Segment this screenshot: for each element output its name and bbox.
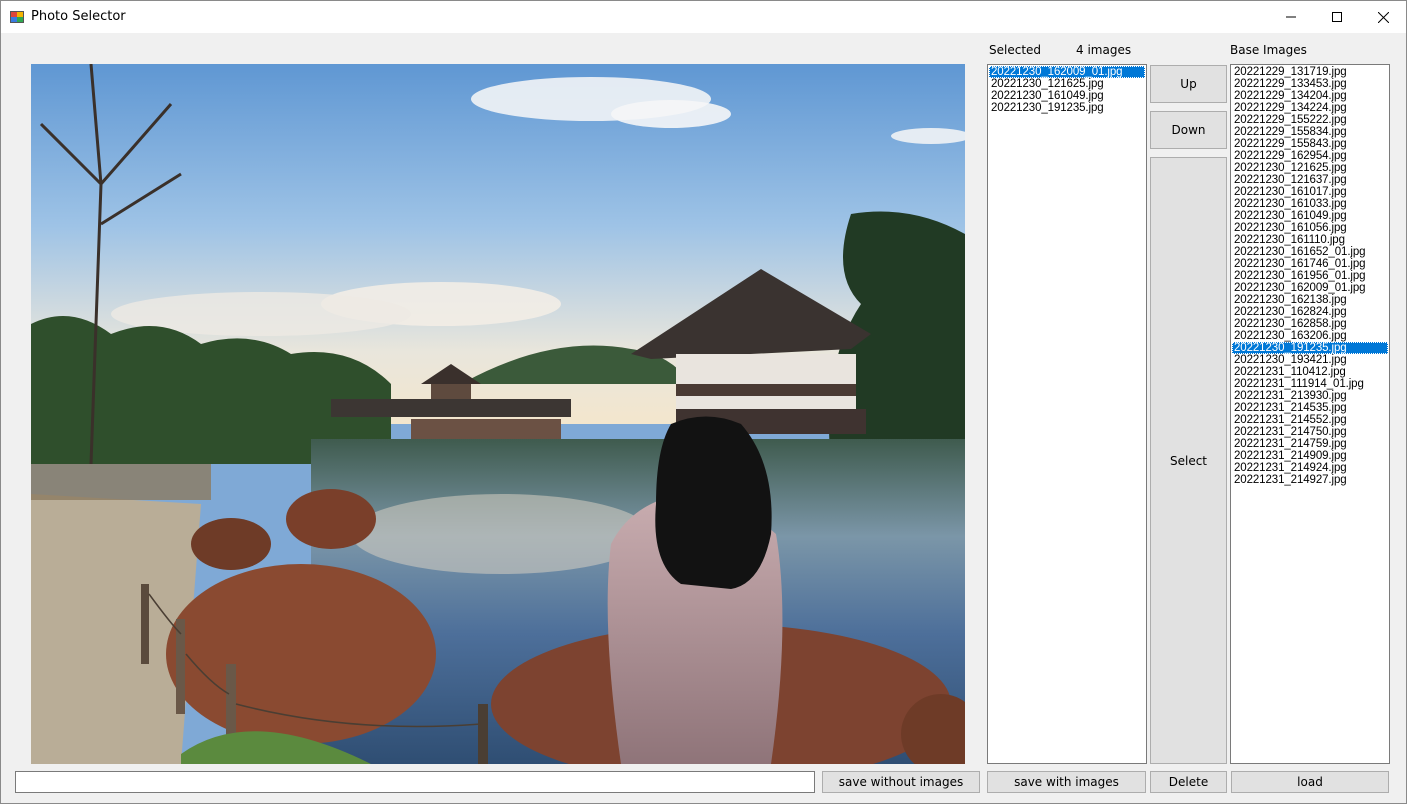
list-item[interactable]: 20221231_214759.jpg [1232, 438, 1388, 450]
list-item[interactable]: 20221229_155843.jpg [1232, 138, 1388, 150]
list-item[interactable]: 20221230_161652_01.jpg [1232, 246, 1388, 258]
save-with-images-button[interactable]: save with images [987, 771, 1146, 793]
photo-preview [31, 64, 965, 764]
list-item[interactable]: 20221230_161746_01.jpg [1232, 258, 1388, 270]
list-item[interactable]: 20221231_110412.jpg [1232, 366, 1388, 378]
select-button[interactable]: Select [1150, 157, 1227, 764]
list-item[interactable]: 20221230_121637.jpg [1232, 174, 1388, 186]
close-icon [1377, 11, 1389, 23]
list-item[interactable]: 20221230_193421.jpg [1232, 354, 1388, 366]
list-item[interactable]: 20221229_134224.jpg [1232, 102, 1388, 114]
save-path-input[interactable] [15, 771, 815, 793]
list-item[interactable]: 20221230_162009_01.jpg [989, 66, 1145, 78]
list-item[interactable]: 20221230_161033.jpg [1232, 198, 1388, 210]
list-item[interactable]: 20221230_161049.jpg [989, 90, 1145, 102]
list-item[interactable]: 20221230_162824.jpg [1232, 306, 1388, 318]
list-item[interactable]: 20221231_214552.jpg [1232, 414, 1388, 426]
list-item[interactable]: 20221230_191235.jpg [1232, 342, 1388, 354]
list-item[interactable]: 20221230_161056.jpg [1232, 222, 1388, 234]
down-button[interactable]: Down [1150, 111, 1227, 149]
list-item[interactable]: 20221230_161110.jpg [1232, 234, 1388, 246]
list-item[interactable]: 20221230_121625.jpg [989, 78, 1145, 90]
list-item[interactable]: 20221229_155222.jpg [1232, 114, 1388, 126]
list-item[interactable]: 20221230_162858.jpg [1232, 318, 1388, 330]
list-item[interactable]: 20221230_161017.jpg [1232, 186, 1388, 198]
list-item[interactable]: 20221230_191235.jpg [989, 102, 1145, 114]
list-item[interactable]: 20221231_214535.jpg [1232, 402, 1388, 414]
list-item[interactable]: 20221231_214924.jpg [1232, 462, 1388, 474]
list-item[interactable]: 20221231_214909.jpg [1232, 450, 1388, 462]
title-bar[interactable]: Photo Selector [1, 1, 1406, 33]
window-title: Photo Selector [31, 9, 126, 24]
maximize-button[interactable] [1314, 1, 1360, 33]
list-item[interactable]: 20221231_214750.jpg [1232, 426, 1388, 438]
minimize-button[interactable] [1268, 1, 1314, 33]
list-item[interactable]: 20221230_161049.jpg [1232, 210, 1388, 222]
selected-images-list[interactable]: 20221230_162009_01.jpg 20221230_121625.jp… [987, 64, 1147, 764]
app-icon [10, 10, 24, 24]
list-item[interactable]: 20221230_162138.jpg [1232, 294, 1388, 306]
list-item[interactable]: 20221231_214927.jpg [1232, 474, 1388, 486]
list-item[interactable]: 20221230_161956_01.jpg [1232, 270, 1388, 282]
selected-count: 4 images [1076, 43, 1132, 57]
list-item[interactable]: 20221229_131719.jpg [1232, 66, 1388, 78]
list-item[interactable]: 20221230_121625.jpg [1232, 162, 1388, 174]
list-item[interactable]: 20221229_162954.jpg [1232, 150, 1388, 162]
list-item[interactable]: 20221231_213930.jpg [1232, 390, 1388, 402]
load-button[interactable]: load [1231, 771, 1389, 793]
list-item[interactable]: 20221229_133453.jpg [1232, 78, 1388, 90]
close-button[interactable] [1360, 1, 1406, 33]
base-images-list[interactable]: 20221229_131719.jpg 20221229_133453.jpg 20… [1230, 64, 1390, 764]
list-item[interactable]: 20221231_111914_01.jpg [1232, 378, 1388, 390]
list-item[interactable]: 20221229_134204.jpg [1232, 90, 1388, 102]
maximize-icon [1332, 12, 1342, 22]
selected-label: Selected [989, 43, 1042, 57]
base-images-label: Base Images [1230, 43, 1307, 57]
photo-selector-window: Photo Selector Selected 4 images Base Im… [0, 0, 1407, 804]
up-button[interactable]: Up [1150, 65, 1227, 103]
save-without-images-button[interactable]: save without images [822, 771, 980, 793]
list-item[interactable]: 20221229_155834.jpg [1232, 126, 1388, 138]
minimize-icon [1286, 16, 1296, 18]
list-item[interactable]: 20221230_163206.jpg [1232, 330, 1388, 342]
delete-button[interactable]: Delete [1150, 771, 1227, 793]
list-item[interactable]: 20221230_162009_01.jpg [1232, 282, 1388, 294]
